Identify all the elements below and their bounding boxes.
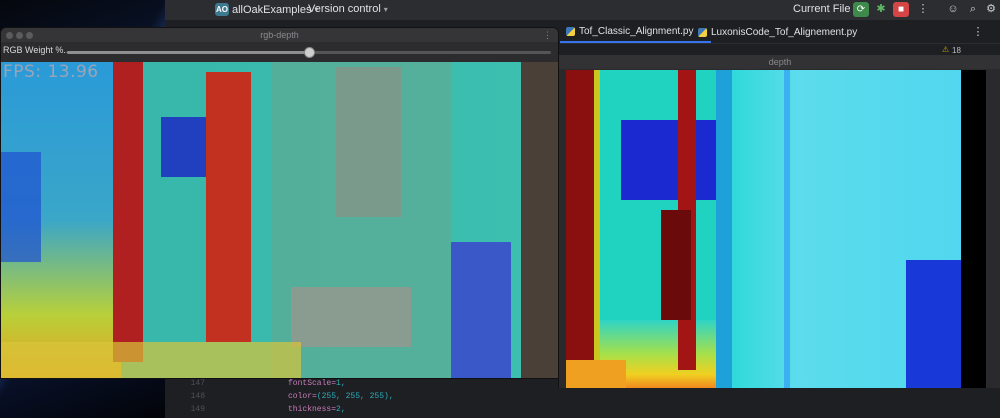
code-line: 148 color=(255, 255, 255), (165, 392, 394, 404)
line-number: 149 (190, 405, 205, 414)
more-vertical-icon[interactable]: ⋮ (543, 28, 552, 42)
project-selector[interactable]: AO allOakExamples ▾ (215, 3, 319, 16)
python-file-icon (698, 27, 707, 37)
version-control-menu[interactable]: Version control ▾ (308, 3, 388, 15)
depth-image (566, 70, 986, 388)
maximize-window-button[interactable] (26, 32, 33, 39)
rgb-depth-window[interactable]: rgb-depth ⋮ RGB Weight %... FPS: 13.96 (0, 27, 559, 379)
tab-options-button[interactable]: ⋮ (970, 25, 986, 40)
warning-count: 18 (952, 46, 961, 55)
run-icon: ⟳ (856, 4, 866, 15)
slider-track[interactable] (67, 47, 551, 58)
project-badge: AO (215, 3, 229, 16)
window-title: rgb-depth (260, 30, 299, 40)
chevron-down-icon: ▾ (383, 4, 388, 14)
fps-counter: FPS: 13.96 (3, 62, 99, 82)
stop-button[interactable]: ■ (893, 2, 909, 17)
gear-icon: ⚙ (986, 3, 996, 15)
stop-icon: ■ (897, 4, 905, 15)
project-name: allOakExamples (232, 3, 312, 16)
code-line: 149 thickness=2, (165, 405, 346, 417)
depth-window[interactable]: depth (558, 55, 1000, 388)
more-vertical-icon: ⋮ (972, 26, 984, 38)
code-key: color= (288, 392, 317, 401)
minimize-window-button[interactable] (16, 32, 23, 39)
tab-luxonis-code-tof-alignement[interactable]: LuxonisCode_Tof_Alignement.py (692, 21, 863, 43)
tab-tof-classic-alignment[interactable]: Tof_Classic_Alignment.py ✕ (560, 21, 712, 43)
run-config-selector[interactable]: Current File ▾ (793, 3, 857, 15)
code-value: (255, 255, 255), (316, 392, 394, 401)
version-control-label: Version control (308, 3, 381, 15)
bug-icon: ✱ (876, 3, 886, 15)
tab-label: Tof_Classic_Alignment.py (579, 25, 694, 37)
line-number: 148 (190, 392, 205, 401)
search-icon: ⌕ (969, 3, 977, 15)
rgb-weight-trackbar: RGB Weight %... (1, 42, 558, 62)
blended-rgb-depth-image: FPS: 13.96 (1, 62, 558, 378)
code-key: fontScale= (288, 379, 337, 388)
add-user-icon: ☺ (947, 3, 959, 15)
slider-fill (67, 51, 309, 54)
tab-label: LuxonisCode_Tof_Alignement.py (711, 26, 858, 38)
more-actions-button[interactable]: ⋮ (915, 2, 931, 17)
run-button[interactable]: ⟳ (853, 2, 869, 17)
more-vertical-icon: ⋮ (917, 3, 929, 15)
run-config-label: Current File (793, 3, 851, 15)
ide-toolbar: AO allOakExamples ▾ Version control ▾ Cu… (165, 0, 1000, 21)
code-line: 147 fontScale=1, (165, 379, 346, 391)
editor-tab-bar: Tof_Classic_Alignment.py ✕ LuxonisCode_T… (560, 21, 1000, 44)
slider-label: RGB Weight %... (3, 45, 71, 55)
slider-handle[interactable] (303, 47, 315, 58)
code-value: 1, (336, 379, 346, 388)
code-key: thickness= (288, 405, 337, 414)
settings-button[interactable]: ⚙ (983, 2, 999, 17)
warning-icon: ⚠ (942, 45, 950, 54)
search-button[interactable]: ⌕ (965, 2, 981, 17)
add-user-button[interactable]: ☺ (945, 2, 961, 17)
python-file-icon (566, 26, 575, 36)
line-number: 147 (190, 379, 205, 388)
close-window-button[interactable] (6, 32, 13, 39)
window-titlebar[interactable]: rgb-depth ⋮ (1, 28, 558, 42)
debug-button[interactable]: ✱ (873, 2, 889, 17)
window-title: depth (559, 55, 1000, 69)
code-value: 2, (336, 405, 346, 414)
